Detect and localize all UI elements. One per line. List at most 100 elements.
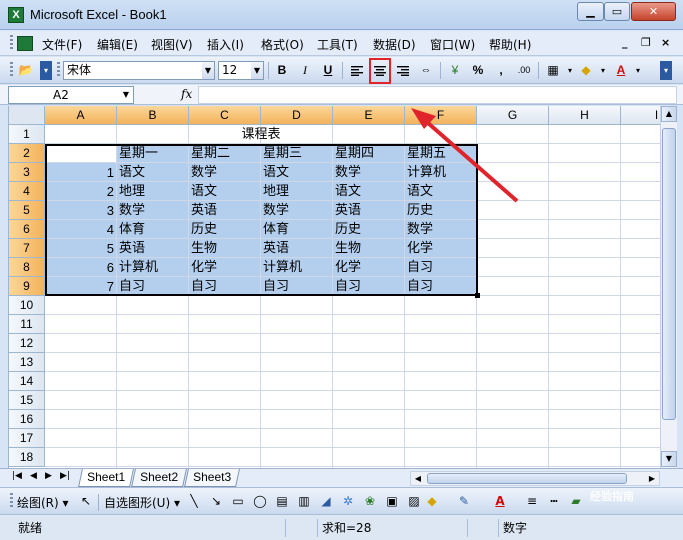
chevron-down-icon[interactable]: ▾ — [628, 61, 648, 80]
italic-button[interactable]: I — [295, 61, 315, 80]
row-header-5[interactable]: 5 — [9, 201, 45, 220]
column-header-b[interactable]: B — [117, 106, 189, 125]
wordart-icon[interactable]: ◢ — [318, 494, 334, 509]
excel-app-icon[interactable]: X — [8, 7, 24, 23]
chevron-down-icon[interactable]: ▼ — [251, 62, 263, 79]
clip-art-icon[interactable]: ❀ — [362, 494, 378, 509]
chevron-down-icon[interactable]: ▼ — [202, 62, 214, 79]
row-header-16[interactable]: 16 — [9, 410, 45, 429]
insert-image-icon[interactable]: ▨ — [406, 494, 422, 509]
row-header-7[interactable]: 7 — [9, 239, 45, 258]
bold-button[interactable]: B — [272, 61, 292, 80]
vertical-scroll-thumb[interactable] — [662, 128, 676, 420]
currency-icon[interactable]: ¥ — [445, 61, 465, 80]
worksheet-grid[interactable]: ABCDEFGHI 1 2 3 4 5 6 7 8 9 10 11 12 13 14 15 16 17 18 课程… — [8, 106, 660, 468]
open-folder-icon[interactable]: 📂 — [16, 61, 36, 80]
select-objects-icon[interactable]: ↖ — [78, 494, 94, 509]
menu-file[interactable]: 文件(F) — [42, 36, 82, 53]
column-header-g[interactable]: G — [477, 106, 549, 125]
column-header-h[interactable]: H — [549, 106, 621, 125]
insert-function-icon[interactable]: fx — [181, 87, 192, 101]
row-header-15[interactable]: 15 — [9, 391, 45, 410]
toolbar-grip-2[interactable] — [57, 62, 60, 78]
scroll-up-icon[interactable]: ▲ — [661, 106, 677, 122]
column-header-c[interactable]: C — [189, 106, 261, 125]
column-header-f[interactable]: F — [405, 106, 477, 125]
toolbar-options-icon[interactable]: ▾ — [40, 61, 52, 80]
last-sheet-icon[interactable]: ▶| — [60, 471, 70, 481]
vertical-text-box-icon[interactable]: ▥ — [296, 494, 312, 509]
menu-edit[interactable]: 编辑(E) — [97, 36, 138, 53]
toolbar-grip[interactable] — [10, 62, 13, 78]
row-header-6[interactable]: 6 — [9, 220, 45, 239]
font-size-combo[interactable]: 12 ▼ — [218, 61, 264, 80]
row-header-17[interactable]: 17 — [9, 429, 45, 448]
menu-format[interactable]: 格式(O) — [261, 36, 304, 53]
status-sum[interactable]: 求和=28 — [317, 519, 467, 537]
column-header-e[interactable]: E — [333, 106, 405, 125]
align-right-button[interactable] — [393, 61, 413, 80]
name-box[interactable]: A2 ▼ — [8, 86, 134, 104]
row-header-4[interactable]: 4 — [9, 182, 45, 201]
menu-help[interactable]: 帮助(H) — [489, 36, 531, 53]
menu-insert[interactable]: 插入(I) — [207, 36, 244, 53]
shadow-icon[interactable]: ▰ — [568, 494, 584, 509]
scroll-down-icon[interactable]: ▼ — [661, 451, 677, 467]
sheet-tab-2[interactable]: Sheet2 — [131, 469, 187, 487]
font-name-combo[interactable]: 宋体 ▼ — [63, 61, 215, 80]
scroll-right-icon[interactable]: ▶ — [645, 472, 659, 485]
row-header-1[interactable]: 1 — [9, 125, 45, 144]
maximize-button[interactable]: ▭ — [604, 2, 630, 21]
increase-decimal-icon[interactable]: .00 — [514, 61, 534, 80]
toolbar-options-icon[interactable]: ▾ — [660, 61, 672, 80]
formula-input[interactable] — [198, 86, 677, 104]
sheet-tab-3[interactable]: Sheet3 — [184, 469, 240, 487]
row-header-3[interactable]: 3 — [9, 163, 45, 182]
doc-minimize-icon[interactable]: _ — [622, 36, 628, 49]
toolbar-grip[interactable] — [10, 493, 13, 509]
row-header-9[interactable]: 9 — [9, 277, 45, 296]
fill-color-icon[interactable]: ◆ — [424, 494, 440, 509]
arrow-icon[interactable]: ↘ — [208, 494, 224, 509]
horizontal-scroll-thumb[interactable] — [427, 473, 627, 484]
column-header-i[interactable]: I — [621, 106, 660, 125]
row-header-11[interactable]: 11 — [9, 315, 45, 334]
menu-tools[interactable]: 工具(T) — [317, 36, 358, 53]
prev-sheet-icon[interactable]: ◀ — [30, 471, 37, 481]
underline-button[interactable]: U — [318, 61, 338, 80]
vertical-scrollbar[interactable]: ▲ ▼ — [660, 106, 677, 468]
chevron-down-icon[interactable]: ▼ — [123, 87, 129, 103]
scroll-left-icon[interactable]: ◀ — [411, 472, 425, 485]
chevron-down-icon[interactable]: ▾ — [593, 61, 613, 80]
line-icon[interactable]: ╲ — [186, 494, 202, 509]
first-sheet-icon[interactable]: |◀ — [12, 471, 22, 481]
line-style-icon[interactable]: ≡ — [524, 494, 540, 509]
oval-icon[interactable]: ◯ — [252, 494, 268, 509]
dash-style-icon[interactable]: ┅ — [546, 494, 562, 509]
row-header-18[interactable]: 18 — [9, 448, 45, 467]
workbook-icon[interactable] — [17, 36, 33, 51]
select-all-corner[interactable] — [9, 106, 45, 125]
row-header-8[interactable]: 8 — [9, 258, 45, 277]
menu-view[interactable]: 视图(V) — [151, 36, 193, 53]
text-box-icon[interactable]: ▤ — [274, 494, 290, 509]
doc-restore-icon[interactable]: ❐ — [641, 36, 651, 49]
menu-window[interactable]: 窗口(W) — [430, 36, 475, 53]
row-header-10[interactable]: 10 — [9, 296, 45, 315]
comma-style-button[interactable]: , — [491, 61, 511, 80]
doc-close-icon[interactable]: × — [661, 36, 670, 49]
autoshapes-button[interactable]: 自选图形(U) ▾ — [104, 494, 180, 511]
next-sheet-icon[interactable]: ▶ — [45, 471, 52, 481]
row-header-13[interactable]: 13 — [9, 353, 45, 372]
sheet-title-cell[interactable]: 课程表 — [45, 125, 477, 144]
sheet-tab-1[interactable]: Sheet1 — [78, 469, 134, 487]
diagram-icon[interactable]: ✲ — [340, 494, 356, 509]
font-color-icon[interactable]: A — [492, 494, 508, 509]
rectangle-icon[interactable]: ▭ — [230, 494, 246, 509]
merge-center-button[interactable]: ⇔ — [416, 61, 436, 80]
column-header-d[interactable]: D — [261, 106, 333, 125]
fill-handle[interactable] — [475, 293, 480, 298]
picture-icon[interactable]: ▣ — [384, 494, 400, 509]
minimize-button[interactable]: ▁ — [577, 2, 604, 21]
column-header-a[interactable]: A — [45, 106, 117, 125]
